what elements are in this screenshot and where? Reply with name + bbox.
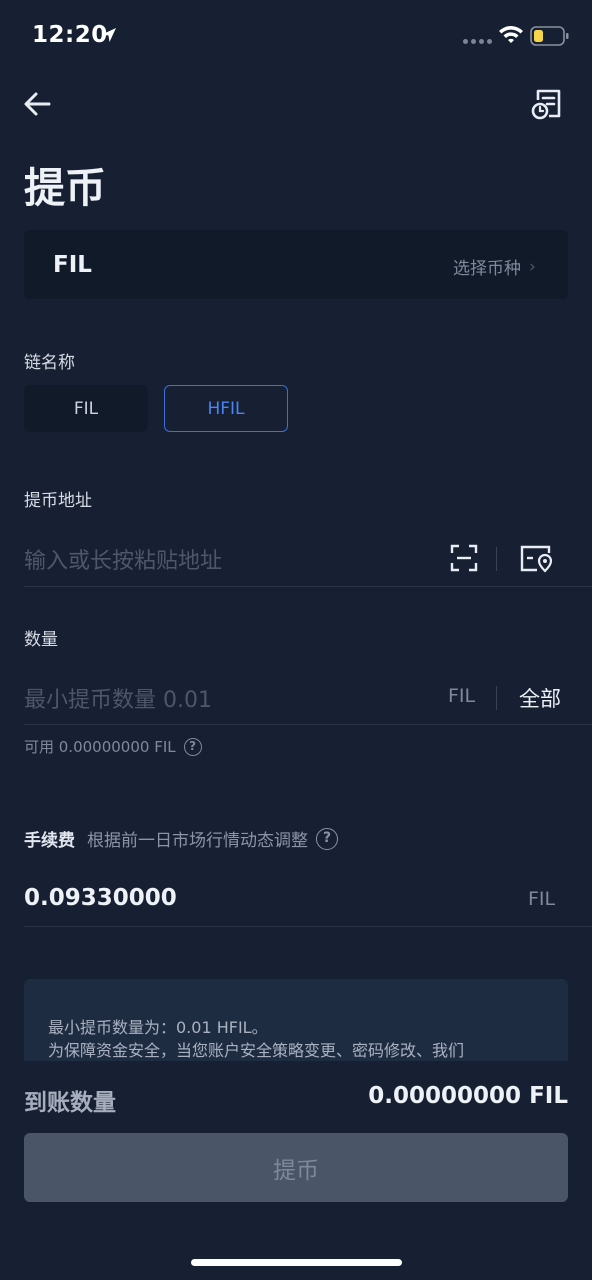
cellular-dots-icon: [463, 39, 492, 44]
fee-label: 手续费: [24, 831, 75, 851]
amount-input[interactable]: 最小提币数量 0.01: [24, 682, 212, 714]
home-indicator[interactable]: [191, 1259, 402, 1266]
notice-line: 为保障资金安全，当您账户安全策略变更、密码修改、我们: [48, 1041, 465, 1060]
divider: [496, 686, 497, 710]
receive-amount-label: 到账数量: [24, 1090, 116, 1116]
address-input[interactable]: 输入或长按粘贴地址: [24, 543, 222, 575]
wifi-icon: [499, 26, 523, 43]
divider: [24, 586, 592, 587]
available-text: 可用 0.00000000 FIL: [24, 738, 176, 756]
divider: [496, 547, 497, 571]
chevron-right-icon: ›: [529, 256, 536, 277]
location-arrow-icon: [102, 28, 116, 42]
chain-label: 链名称: [24, 353, 75, 373]
fee-header: 手续费 根据前一日市场行情动态调整 ?: [24, 826, 338, 851]
divider: [24, 926, 592, 927]
address-book-icon[interactable]: [519, 543, 553, 573]
withdraw-submit-button[interactable]: 提币: [24, 1133, 568, 1202]
amount-unit: FIL: [448, 685, 476, 707]
all-amount-button[interactable]: 全部: [519, 683, 561, 713]
selected-coin: FIL: [53, 252, 92, 278]
divider: [24, 724, 592, 725]
notice-line: 最小提币数量为：0.01 HFIL。: [48, 1018, 268, 1037]
address-label: 提币地址: [24, 491, 92, 511]
page-title: 提币: [24, 164, 106, 212]
fee-unit: FIL: [528, 888, 556, 910]
select-coin-button[interactable]: 选择币种 ›: [453, 254, 536, 280]
chain-option-fil[interactable]: FIL: [24, 385, 148, 432]
back-arrow-icon[interactable]: [20, 86, 56, 122]
amount-label: 数量: [24, 630, 58, 650]
select-coin-label: 选择币种: [453, 259, 521, 279]
fee-value: 0.09330000: [24, 885, 177, 911]
help-icon[interactable]: ?: [183, 737, 202, 756]
receive-amount-value: 0.00000000 FIL: [368, 1083, 568, 1109]
chain-option-hfil[interactable]: HFIL: [164, 385, 288, 432]
help-icon[interactable]: ?: [316, 827, 338, 850]
fee-note: 根据前一日市场行情动态调整: [87, 831, 308, 851]
available-balance: 可用 0.00000000 FIL ?: [24, 736, 202, 757]
status-time: 12:20: [32, 22, 108, 48]
notice-box: 最小提币数量为：0.01 HFIL。 为保障资金安全，当您账户安全策略变更、密码…: [24, 979, 568, 1061]
battery-icon: [530, 26, 569, 46]
history-record-icon[interactable]: [528, 86, 564, 122]
scan-icon[interactable]: [449, 543, 479, 573]
